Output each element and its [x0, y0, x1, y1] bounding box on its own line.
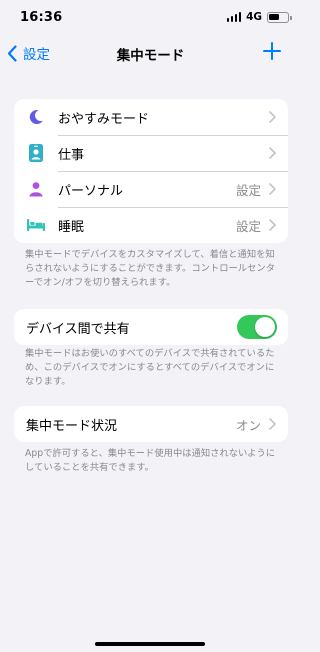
focus-item-label: パーソナル [58, 183, 124, 199]
moon-icon [14, 108, 58, 126]
battery-icon [267, 11, 292, 23]
cellular-signal-icon [226, 12, 242, 22]
status-bar: 16:36 4G [0, 0, 301, 36]
focus-status-footnote: Appで許可すると、集中モード使用中は通知されないようにしていることを共有できま… [25, 448, 276, 473]
focus-item-personal[interactable]: パーソナル 設定 [14, 171, 288, 207]
focus-mode-list: おやすみモード 仕事 パーソナル 設定 睡眠 設定 [14, 99, 288, 243]
plus-icon [263, 42, 281, 60]
share-across-devices-toggle[interactable] [237, 315, 277, 339]
status-indicators: 4G [226, 11, 292, 23]
chevron-right-icon [269, 183, 276, 195]
status-time: 16:36 [20, 10, 63, 25]
focus-item-label: 仕事 [58, 147, 85, 163]
page-title: 集中モード [116, 48, 185, 64]
navigation-bar: 設定 集中モード [0, 36, 301, 70]
share-devices-footnote: 集中モードはお使いのすべてのデバイスで共有されているため、このデバイスでオンにす… [25, 348, 275, 387]
network-type: 4G [246, 11, 262, 23]
chevron-right-icon [269, 111, 276, 123]
person-icon [14, 181, 58, 197]
focus-status-label: 集中モード状況 [26, 418, 118, 434]
focus-item-sleep[interactable]: 睡眠 設定 [14, 207, 288, 243]
chevron-right-icon [269, 418, 276, 430]
share-devices-group: デバイス間で共有 [14, 309, 288, 345]
chevron-right-icon [269, 219, 276, 231]
focus-item-work[interactable]: 仕事 [14, 135, 288, 171]
id-badge-icon [14, 143, 58, 163]
focus-item-sleep-mode[interactable]: おやすみモード [14, 99, 288, 135]
chevron-right-icon [269, 147, 276, 159]
battery-level [269, 13, 279, 21]
focus-item-value: 設定 [235, 218, 261, 234]
focus-item-label: 睡眠 [58, 219, 85, 235]
focus-item-value: 設定 [235, 182, 261, 198]
share-across-devices-row: デバイス間で共有 [14, 309, 288, 345]
focus-status-value: オン [235, 417, 261, 433]
toggle-knob [255, 317, 275, 337]
focus-mode-footnote: 集中モードでデバイスをカスタマイズして、着信と通知を知らされないようにすることが… [25, 249, 275, 288]
home-indicator [95, 642, 205, 646]
share-across-devices-label: デバイス間で共有 [26, 321, 130, 337]
focus-item-label: おやすみモード [58, 111, 150, 127]
focus-status-row[interactable]: 集中モード状況 オン [14, 406, 288, 442]
focus-status-group: 集中モード状況 オン [14, 406, 288, 442]
add-focus-button[interactable] [263, 42, 281, 64]
bed-icon [14, 218, 58, 232]
